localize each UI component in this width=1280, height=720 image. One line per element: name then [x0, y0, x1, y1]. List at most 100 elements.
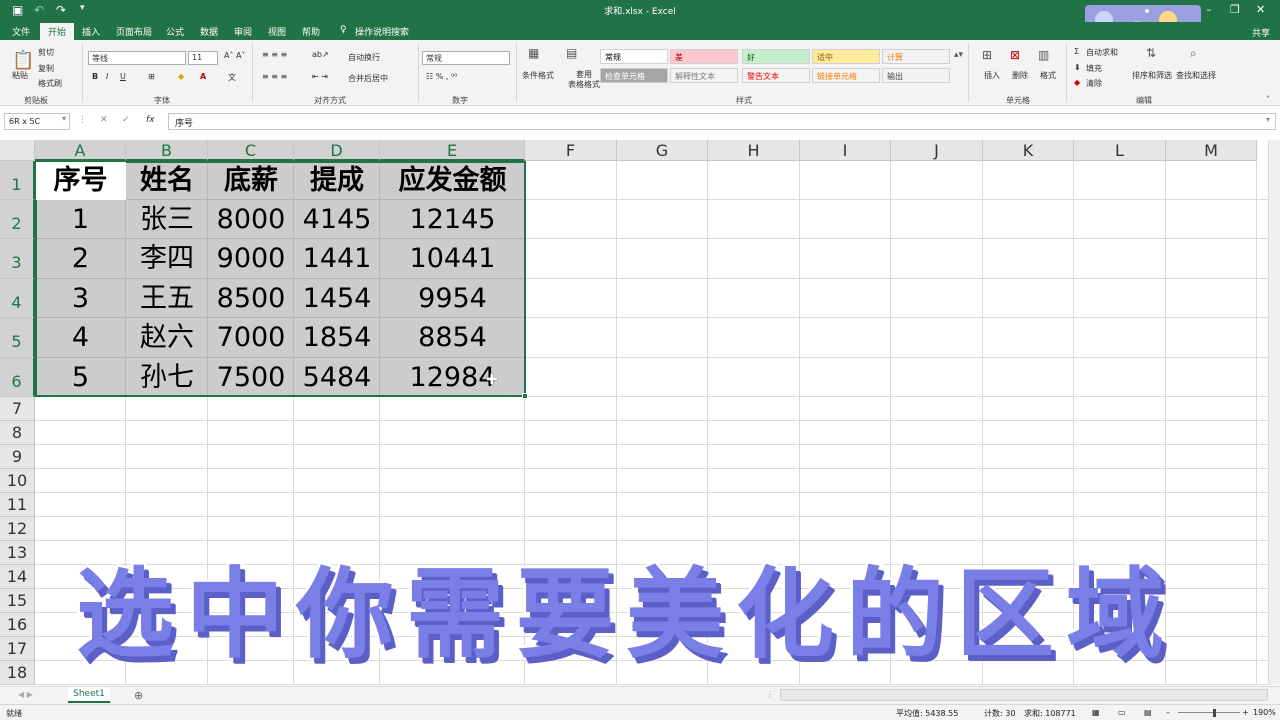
- orientation-icon[interactable]: ab↗: [312, 50, 329, 59]
- font-color-icon[interactable]: A: [200, 72, 206, 81]
- italic-icon[interactable]: I: [106, 72, 108, 81]
- row-header-13[interactable]: 13: [0, 541, 35, 565]
- cancel-icon[interactable]: ✕: [100, 115, 108, 125]
- format-cells-button[interactable]: 格式: [1040, 70, 1056, 81]
- row-header-15[interactable]: 15: [0, 589, 35, 613]
- split-handle-icon[interactable]: ⋮: [766, 690, 774, 699]
- tab-help[interactable]: 帮助: [302, 25, 320, 38]
- data-cell[interactable]: 12984: [380, 358, 525, 397]
- data-cell[interactable]: 2: [35, 239, 126, 279]
- cell-style-5[interactable]: 检查单元格: [600, 68, 668, 83]
- column-header-a[interactable]: A: [35, 140, 126, 161]
- bold-icon[interactable]: B: [92, 72, 98, 81]
- data-cell[interactable]: 10441: [380, 239, 525, 279]
- formula-input[interactable]: 序号: [168, 113, 1276, 130]
- format-painter-button[interactable]: 格式刷: [38, 78, 62, 89]
- number-format-select[interactable]: 常规: [422, 51, 510, 65]
- collapse-ribbon-icon[interactable]: ˄: [1266, 95, 1270, 104]
- data-cell[interactable]: 1854: [294, 318, 380, 358]
- zoom-out-icon[interactable]: –: [1166, 708, 1170, 717]
- tab-data[interactable]: 数据: [200, 25, 218, 38]
- data-cell[interactable]: 1454: [294, 279, 380, 318]
- align-left-icon[interactable]: ≡ ≡ ≡: [262, 72, 287, 81]
- row-header-14[interactable]: 14: [0, 565, 35, 589]
- tab-file[interactable]: 文件: [12, 25, 30, 38]
- column-header-k[interactable]: K: [983, 140, 1074, 161]
- fill-down-icon[interactable]: ⬇: [1074, 63, 1081, 72]
- share-button[interactable]: 共享: [1252, 26, 1270, 39]
- header-cell[interactable]: 姓名: [126, 161, 208, 200]
- wrap-text-button[interactable]: 自动换行: [348, 52, 380, 63]
- expand-formula-bar-icon[interactable]: ▾: [1266, 115, 1270, 124]
- prev-sheet-icon[interactable]: ◀ ▶: [18, 690, 33, 699]
- zoom-in-icon[interactable]: +: [1242, 708, 1249, 717]
- paste-icon[interactable]: 📋: [12, 50, 34, 71]
- grow-font-icon[interactable]: A˄ A˅: [224, 51, 246, 60]
- autosum-button[interactable]: 自动求和: [1086, 47, 1118, 58]
- cell-style-4[interactable]: 计算: [882, 49, 950, 64]
- cell-style-3[interactable]: 适中: [812, 49, 880, 64]
- data-cell[interactable]: 4: [35, 318, 126, 358]
- column-header-d[interactable]: D: [294, 140, 380, 161]
- row-header-10[interactable]: 10: [0, 469, 35, 493]
- accounting-format-icon[interactable]: ☷ % , ⁰⁰: [426, 72, 457, 81]
- row-header-2[interactable]: 2: [0, 200, 35, 239]
- header-cell[interactable]: 提成: [294, 161, 380, 200]
- name-box[interactable]: 6R x 5C: [4, 113, 70, 130]
- phonetic-icon[interactable]: 文: [228, 72, 236, 83]
- data-cell[interactable]: 12145: [380, 200, 525, 239]
- column-header-m[interactable]: M: [1166, 140, 1257, 161]
- data-cell[interactable]: 8854: [380, 318, 525, 358]
- tab-review[interactable]: 审阅: [234, 25, 252, 38]
- autosum-sigma-icon[interactable]: Σ: [1074, 47, 1079, 56]
- data-cell[interactable]: 张三: [126, 200, 208, 239]
- tell-me-search[interactable]: 操作说明搜索: [355, 25, 409, 38]
- conditional-format-button[interactable]: 条件格式: [522, 70, 554, 81]
- data-cell[interactable]: 王五: [126, 279, 208, 318]
- sort-filter-button[interactable]: 排序和筛选: [1132, 70, 1172, 81]
- close-icon[interactable]: ✕: [1256, 3, 1265, 16]
- data-cell[interactable]: 7500: [208, 358, 294, 397]
- row-header-6[interactable]: 6: [0, 358, 35, 397]
- add-sheet-icon[interactable]: ⊕: [134, 689, 143, 702]
- indent-icon[interactable]: ⇤ ⇥: [312, 72, 328, 81]
- column-header-i[interactable]: I: [800, 140, 891, 161]
- row-header-9[interactable]: 9: [0, 445, 35, 469]
- data-cell[interactable]: 1: [35, 200, 126, 239]
- minimize-icon[interactable]: –: [1206, 3, 1212, 16]
- insert-cells-icon[interactable]: ⊞: [982, 48, 992, 62]
- zoom-level[interactable]: 190%: [1253, 708, 1276, 717]
- row-header-18[interactable]: 18: [0, 661, 35, 685]
- data-cell[interactable]: 9000: [208, 239, 294, 279]
- normal-view-icon[interactable]: ▦: [1092, 708, 1100, 717]
- column-header-l[interactable]: L: [1074, 140, 1166, 161]
- data-cell[interactable]: 李四: [126, 239, 208, 279]
- cut-button[interactable]: 剪切: [38, 47, 54, 58]
- page-layout-view-icon[interactable]: ▭: [1118, 708, 1126, 717]
- cell-style-8[interactable]: 链接单元格: [812, 68, 880, 83]
- find-select-icon[interactable]: ⌕: [1190, 46, 1197, 61]
- merge-center-button[interactable]: 合并后居中: [348, 73, 388, 84]
- column-header-b[interactable]: B: [126, 140, 208, 161]
- tab-insert[interactable]: 插入: [82, 25, 100, 38]
- row-header-17[interactable]: 17: [0, 637, 35, 661]
- row-header-11[interactable]: 11: [0, 493, 35, 517]
- tab-home[interactable]: 开始: [40, 23, 75, 40]
- data-cell[interactable]: 8500: [208, 279, 294, 318]
- row-header-1[interactable]: 1: [0, 161, 35, 200]
- copy-button[interactable]: 复制: [38, 63, 54, 74]
- borders-icon[interactable]: ⊞: [148, 72, 155, 81]
- column-header-e[interactable]: E: [380, 140, 525, 161]
- underline-icon[interactable]: U: [120, 72, 126, 81]
- row-header-4[interactable]: 4: [0, 279, 35, 318]
- page-break-view-icon[interactable]: ▤: [1144, 708, 1152, 717]
- tab-formulas[interactable]: 公式: [166, 25, 184, 38]
- row-header-12[interactable]: 12: [0, 517, 35, 541]
- fill-color-icon[interactable]: ◆: [178, 72, 184, 81]
- data-cell[interactable]: 7000: [208, 318, 294, 358]
- row-header-5[interactable]: 5: [0, 318, 35, 358]
- header-cell[interactable]: 应发金额: [380, 161, 525, 200]
- select-all-corner[interactable]: [0, 140, 35, 161]
- enter-icon[interactable]: ✓: [122, 115, 130, 125]
- fill-handle[interactable]: [522, 393, 528, 399]
